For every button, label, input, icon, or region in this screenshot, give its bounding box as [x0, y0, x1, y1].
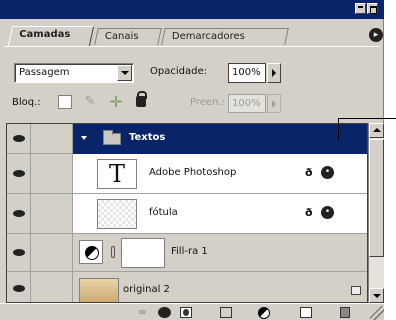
fill-slider-arrow-icon[interactable]: [267, 94, 281, 113]
group-content[interactable]: Textos: [73, 124, 367, 154]
folder-icon: [103, 130, 121, 145]
layer-thumbnail: [79, 278, 119, 302]
lock-position-icon[interactable]: ✛: [108, 94, 124, 110]
layer-name: fótula: [149, 207, 178, 218]
fill-input[interactable]: 100%: [228, 94, 266, 113]
opacity-slider-arrow-icon[interactable]: [267, 63, 281, 83]
blend-mode-value: Passagem: [19, 67, 70, 78]
layer-row-text[interactable]: T Adobe Photoshop ð •: [7, 154, 367, 194]
layers-scrollbar[interactable]: [368, 123, 384, 303]
opacity-input[interactable]: 100%: [228, 63, 266, 83]
layer-row-original[interactable]: original 2: [7, 272, 367, 302]
resize-grip-icon[interactable]: [370, 306, 384, 320]
smart-object-icon: [351, 286, 361, 295]
visibility-toggle[interactable]: [7, 234, 31, 271]
eye-icon: [13, 285, 25, 292]
visibility-toggle[interactable]: [7, 154, 31, 193]
layer-name: Adobe Photoshop: [149, 167, 237, 178]
panel-menu-icon[interactable]: ▸: [369, 28, 383, 42]
maximize-icon[interactable]: [367, 3, 378, 14]
tab-divider: [4, 46, 380, 47]
tab-paths[interactable]: Demarcadores: [161, 28, 289, 45]
link-cell[interactable]: [31, 154, 73, 193]
layer-thumbnail: [97, 199, 137, 229]
lock-transparency-checkbox[interactable]: [58, 95, 72, 109]
layer-content[interactable]: Fill-ra 1: [73, 234, 367, 271]
tab-channels[interactable]: Canais: [94, 28, 162, 45]
effects-icon[interactable]: •: [321, 206, 334, 219]
layer-content[interactable]: fótula ð •: [73, 194, 367, 233]
layer-name: Fill-ra 1: [171, 246, 208, 257]
layers-bottom-toolbar: ∞: [0, 303, 384, 320]
layer-row-group[interactable]: Textos: [7, 124, 367, 154]
text-layer-thumbnail: T: [97, 159, 137, 189]
chevron-down-icon[interactable]: [117, 65, 132, 81]
layers-list: Textos T Adobe Photoshop ð • fótula ð •: [6, 123, 368, 303]
chain-icon[interactable]: [111, 246, 115, 258]
minimize-icon[interactable]: [355, 3, 366, 14]
trash-icon[interactable]: [340, 307, 350, 318]
visibility-toggle[interactable]: [7, 194, 31, 233]
panel-title-bar[interactable]: [0, 0, 384, 19]
opacity-label: Opacidade:: [150, 66, 207, 77]
mask-thumbnail[interactable]: [121, 238, 165, 268]
layer-name: original 2: [123, 284, 170, 295]
scroll-thumb[interactable]: [369, 139, 384, 257]
lock-image-icon[interactable]: ✎: [82, 94, 98, 110]
new-adjustment-layer-icon[interactable]: [258, 307, 270, 319]
eye-icon: [13, 170, 25, 177]
link-layers-icon[interactable]: ∞: [138, 307, 150, 318]
visibility-toggle[interactable]: [7, 272, 31, 302]
tab-layers[interactable]: Camadas: [7, 26, 95, 46]
blend-mode-select[interactable]: Passagem: [14, 63, 134, 83]
expand-arrow-icon[interactable]: [81, 136, 87, 140]
fx-icon: ð: [305, 166, 313, 179]
adjustment-layer-icon: [79, 240, 103, 264]
panel-tabs: Canais Demarcadores Camadas ▸: [4, 22, 383, 46]
link-cell[interactable]: [31, 124, 73, 153]
layers-panel: Canais Demarcadores Camadas ▸ Passagem O…: [0, 0, 384, 320]
link-cell[interactable]: [31, 194, 73, 233]
layer-content[interactable]: original 2: [73, 272, 367, 302]
layer-row-blur[interactable]: fótula ð •: [7, 194, 367, 234]
fill-label: Preen.:: [190, 97, 225, 108]
new-group-icon[interactable]: [220, 307, 232, 318]
eye-icon: [13, 135, 25, 142]
eye-icon: [13, 210, 25, 217]
add-style-icon[interactable]: [158, 307, 171, 318]
layer-content[interactable]: T Adobe Photoshop ð •: [73, 154, 367, 193]
fx-icon: ð: [305, 206, 313, 219]
callout-line: [338, 118, 396, 140]
layer-row-fill[interactable]: Fill-ra 1: [7, 234, 367, 272]
link-cell[interactable]: [31, 272, 73, 302]
add-mask-icon[interactable]: [180, 307, 192, 318]
lock-label: Bloq.:: [12, 97, 41, 108]
visibility-toggle[interactable]: [7, 124, 31, 153]
effects-icon[interactable]: •: [321, 166, 334, 179]
link-cell[interactable]: [31, 234, 73, 271]
lock-all-icon[interactable]: [136, 91, 147, 107]
new-layer-icon[interactable]: [300, 307, 312, 318]
scroll-down-icon[interactable]: [369, 288, 384, 303]
group-name: Textos: [129, 132, 166, 143]
eye-icon: [13, 249, 25, 256]
